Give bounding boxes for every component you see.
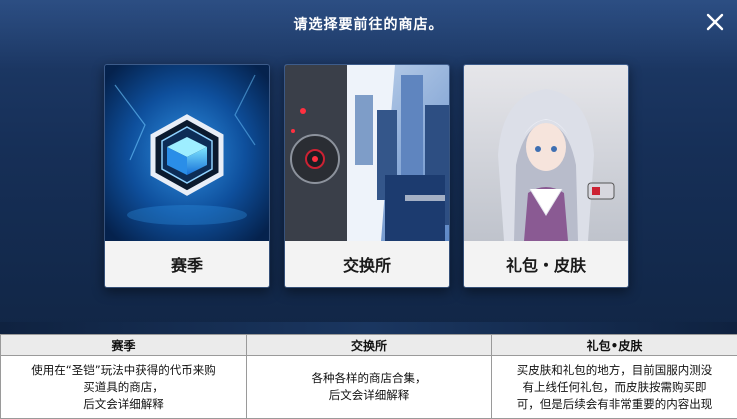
cell-line: 使用在“圣铠”玩法中获得的代币来购 — [31, 362, 216, 377]
cell-line: 可，但是后续会有非常重要的内容出现 — [516, 396, 713, 411]
table-cell-season: 使用在“圣铠”玩法中获得的代币来购 买道具的商店， 后文会详细解释 — [0, 355, 247, 419]
silver-haired-character-art — [464, 65, 628, 241]
modal-bottom-strip — [0, 322, 737, 334]
cell-line: 有上线任何礼包，而皮肤按需购买即 — [522, 379, 707, 394]
table-cell-exchange: 各种各样的商店合集， 后文会详细解释 — [246, 355, 492, 419]
table-header-season: 赛季 — [0, 334, 247, 356]
table-header-packs-skins: 礼包•皮肤 — [491, 334, 737, 356]
table-header-row: 赛季 交换所 礼包•皮肤 — [0, 334, 737, 356]
exchange-cityscape-art — [285, 65, 449, 241]
table-header-exchange: 交换所 — [246, 334, 492, 356]
cell-line: 后文会详细解释 — [328, 388, 410, 402]
modal-title: 请选择要前往的商店。 — [293, 17, 444, 33]
cell-line: 买皮肤和礼包的地方，目前国服内测没 — [516, 362, 713, 377]
cell-line: 买道具的商店， — [83, 379, 164, 394]
shop-card-exchange[interactable]: 交换所 — [284, 64, 450, 288]
close-icon — [706, 13, 724, 31]
cell-line: 各种各样的商店合集， — [311, 371, 427, 385]
shop-card-season-label: 赛季 — [105, 241, 269, 287]
shop-card-season[interactable]: 赛季 — [104, 64, 270, 288]
shop-info-table: 赛季 交换所 礼包•皮肤 使用在“圣铠”玩法中获得的代币来购 买道具的商店， 后… — [0, 334, 737, 419]
season-hexagon-emblem — [105, 65, 269, 241]
cell-line: 后文会详细解释 — [83, 396, 164, 411]
shop-card-packs-skins-label: 礼包・皮肤 — [464, 241, 628, 287]
table-cell-packs-skins: 买皮肤和礼包的地方，目前国服内测没 有上线任何礼包，而皮肤按需购买即 可，但是后… — [491, 355, 737, 419]
shop-card-exchange-label: 交换所 — [285, 241, 449, 287]
close-button[interactable] — [703, 10, 727, 34]
shop-card-packs-skins[interactable]: 礼包・皮肤 — [463, 64, 629, 288]
shop-select-modal: 请选择要前往的商店。 赛季 交换所 礼包・皮肤 — [0, 0, 737, 334]
table-row: 使用在“圣铠”玩法中获得的代币来购 买道具的商店， 后文会详细解释 各种各样的商… — [0, 355, 737, 419]
